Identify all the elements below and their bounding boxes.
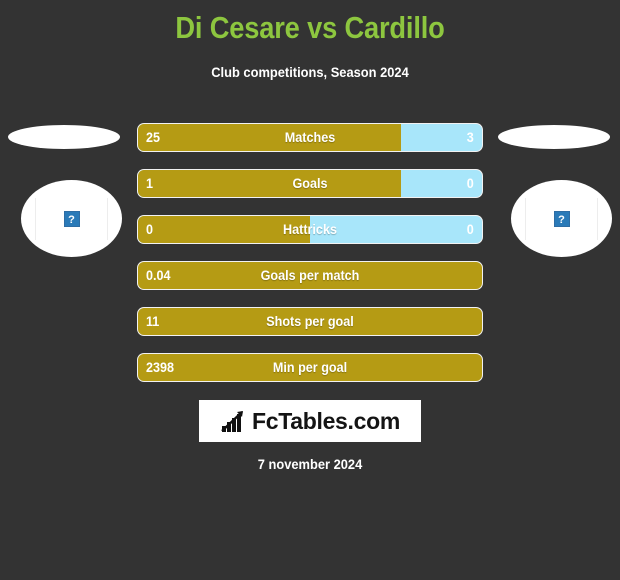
stat-row: 2398 Min per goal [138, 354, 482, 381]
page-title: Di Cesare vs Cardillo [175, 10, 445, 45]
home-avatar-frame-right [107, 198, 108, 240]
bar-chart-icon [221, 411, 243, 432]
stat-label: Min per goal [272, 359, 348, 375]
stat-label: Hattricks [283, 221, 337, 237]
away-avatar-frame-right [597, 198, 598, 240]
stat-label: Shots per goal [266, 313, 354, 329]
away-stat-value: 3 [466, 129, 474, 145]
home-stat-value: 1 [146, 175, 154, 191]
stat-row: 0 Hattricks 0 [138, 216, 482, 243]
home-avatar-top-ellipse [8, 125, 120, 149]
comparison-infographic: Di Cesare vs Cardillo Club competitions,… [0, 0, 620, 580]
stat-row: 0.04 Goals per match [138, 262, 482, 289]
stat-row: 1 Goals 0 [138, 170, 482, 197]
away-avatar-top-ellipse [498, 125, 610, 149]
footer-date: 7 november 2024 [257, 456, 363, 472]
home-stat-value: 0 [146, 221, 154, 237]
away-stat-value: 0 [466, 221, 474, 237]
home-avatar-frame-left [35, 198, 36, 240]
page-subtitle: Club competitions, Season 2024 [211, 64, 409, 80]
logo-text: FcTables.com [251, 407, 401, 434]
stat-row: 11 Shots per goal [138, 308, 482, 335]
stat-label: Goals per match [260, 267, 360, 283]
home-avatar-photo: ? [21, 180, 122, 257]
fctables-logo: FcTables.com [199, 400, 421, 442]
away-stat-value: 0 [466, 175, 474, 191]
broken-image-icon: ? [553, 210, 570, 227]
away-avatar-photo: ? [511, 180, 612, 257]
stat-row: 25 Matches 3 [138, 124, 482, 151]
stats-bar-list: 25 Matches 3 1 Goals 0 0 Hattricks 0 0.04 Goals pe… [138, 124, 482, 400]
stat-label: Goals [292, 175, 328, 191]
stat-label: Matches [284, 129, 336, 145]
broken-image-icon: ? [63, 210, 80, 227]
away-avatar-frame-left [525, 198, 526, 240]
